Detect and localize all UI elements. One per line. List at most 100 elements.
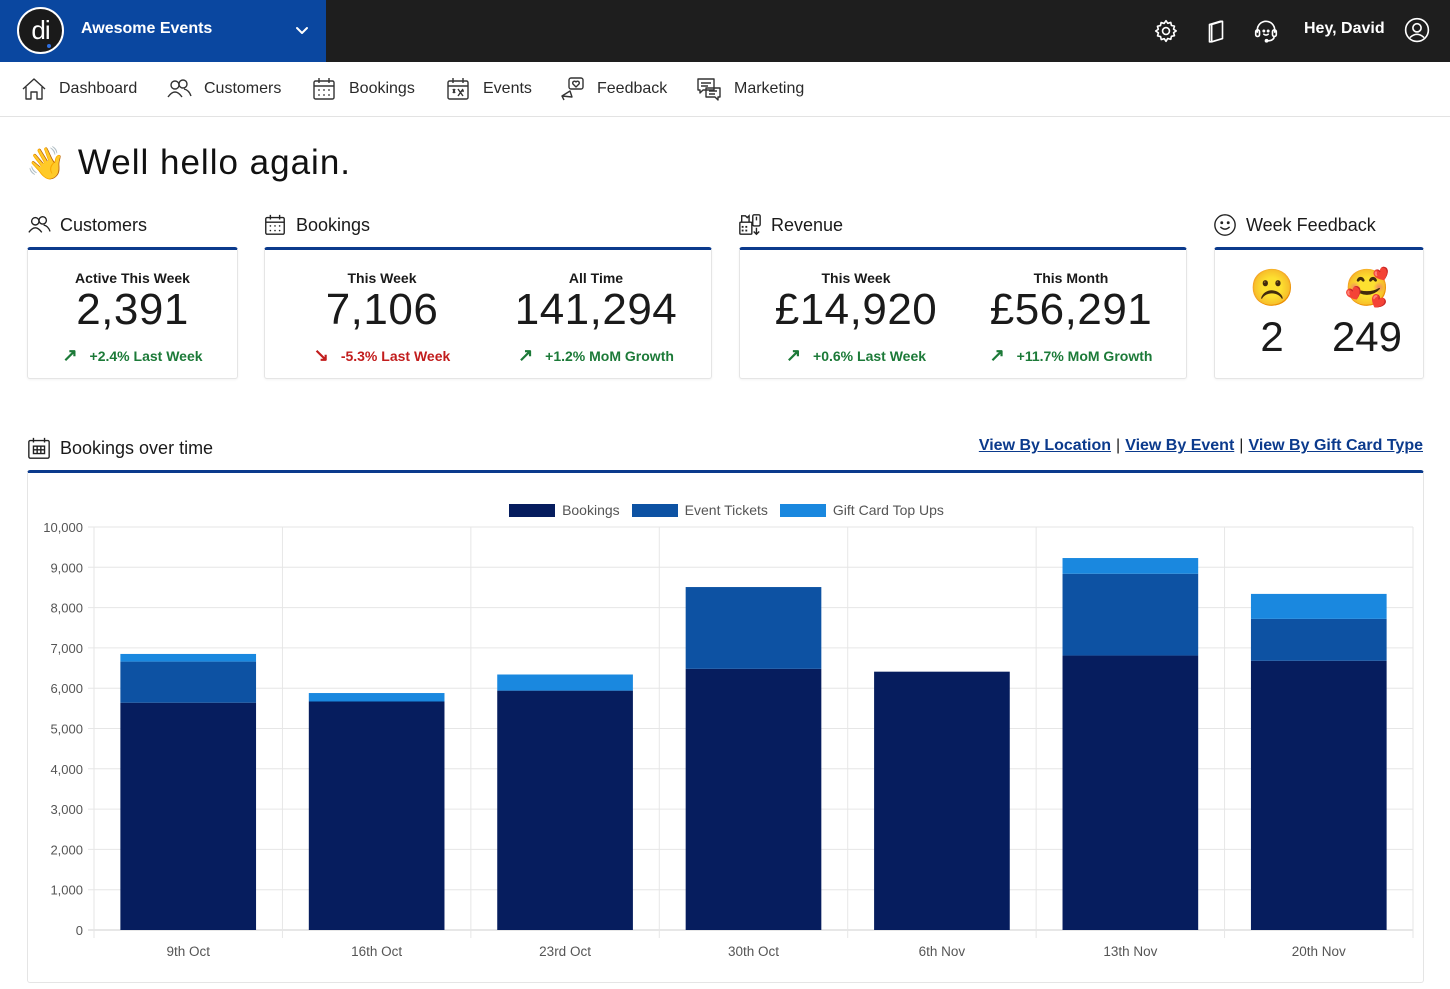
- bar-segment-event-tickets: [685, 587, 822, 669]
- bar-segment-bookings: [685, 668, 822, 930]
- logo-text: di: [31, 15, 50, 45]
- stat-revenue-this-month: This Month £56,291 ↗ +11.7% MoM Growth: [960, 250, 1182, 366]
- bookings-chart-card: Bookings Event Tickets Gift Card Top Ups…: [27, 470, 1424, 983]
- trend-up-icon: ↗: [785, 345, 802, 365]
- chat-bubbles-icon: [697, 78, 721, 101]
- stat-delta: ↗ +0.6% Last Week: [746, 345, 966, 366]
- delta-text: +2.4% Last Week: [89, 347, 203, 364]
- book-icon[interactable]: [1203, 18, 1229, 44]
- bookings-heading: Bookings: [263, 213, 370, 237]
- y-tick-label: 5,000: [50, 722, 83, 737]
- delta-text: +1.2% MoM Growth: [545, 347, 674, 364]
- user-circle-icon[interactable]: [1404, 17, 1430, 43]
- nav-item-customers[interactable]: Customers: [166, 76, 281, 102]
- y-tick-label: 4,000: [50, 762, 83, 777]
- nav-item-events[interactable]: Events: [445, 76, 532, 102]
- x-tick-label: 20th Nov: [1292, 944, 1346, 959]
- delta-text: -5.3% Last Week: [340, 347, 451, 364]
- revenue-heading: Revenue: [738, 213, 843, 237]
- org-name: Awesome Events: [81, 20, 213, 37]
- separator: |: [1239, 437, 1244, 454]
- y-tick-label: 8,000: [50, 601, 83, 616]
- bar-segment-gift-card-top-ups: [1062, 558, 1199, 574]
- section-title: Week Feedback: [1246, 214, 1376, 235]
- y-tick-label: 6,000: [50, 681, 83, 696]
- y-tick-label: 0: [76, 923, 83, 938]
- y-tick-label: 10,000: [43, 520, 83, 535]
- home-icon: [22, 78, 46, 100]
- y-tick-label: 1,000: [50, 883, 83, 898]
- stat-value: 7,106: [325, 285, 439, 334]
- gear-icon[interactable]: [1153, 18, 1179, 44]
- headset-support-icon[interactable]: [1253, 18, 1279, 44]
- customers-card: Active This Week 2,391 ↗ +2.4% Last Week: [27, 247, 238, 379]
- megaphone-heart-icon: [561, 77, 584, 101]
- feedback-positive: 🥰 249: [1315, 270, 1419, 358]
- nav-label: Customers: [204, 80, 282, 97]
- bar-segment-event-tickets: [120, 661, 257, 703]
- nav-label: Feedback: [597, 80, 668, 97]
- bar-segment-gift-card-top-ups: [120, 653, 257, 662]
- user-greeting[interactable]: Hey, David: [1304, 20, 1385, 38]
- smiley-icon: [1214, 214, 1236, 236]
- greeting: 👋 Well hello again.: [26, 143, 351, 183]
- org-switcher[interactable]: di Awesome Events: [0, 0, 326, 62]
- stacked-bar-chart: 0 1,000 2,000 3,000 4,000 5,000 6,000 7,000 8,00…: [43, 520, 1414, 959]
- trend-up-icon: ↗: [62, 345, 78, 365]
- view-by-event-link[interactable]: View By Event: [1125, 437, 1234, 454]
- feedback-heading: Week Feedback: [1213, 213, 1376, 237]
- stat-delta: ↗ +1.2% MoM Growth: [487, 345, 705, 366]
- bar-segment-bookings: [308, 701, 445, 930]
- bar-segment-gift-card-top-ups: [497, 674, 633, 691]
- frowning-face-icon: ☹️: [1249, 267, 1295, 308]
- revenue-card: This Week £14,920 ↗ +0.6% Last Week This …: [739, 247, 1187, 379]
- nav-item-marketing[interactable]: Marketing: [696, 76, 804, 102]
- delta-text: +0.6% Last Week: [813, 347, 927, 364]
- stat-revenue-this-week: This Week £14,920 ↗ +0.6% Last Week: [746, 250, 966, 366]
- main-nav: Dashboard Customers Bookings Events Feed…: [0, 62, 1450, 117]
- smiling-face-hearts-icon: 🥰: [1344, 267, 1390, 308]
- nav-label: Dashboard: [59, 80, 138, 97]
- nav-item-bookings[interactable]: Bookings: [311, 76, 415, 102]
- view-by-location-link[interactable]: View By Location: [979, 437, 1111, 454]
- stat-bookings-all-time: All Time 141,294 ↗ +1.2% MoM Growth: [487, 250, 705, 366]
- y-tick-label: 7,000: [50, 641, 83, 656]
- stat-label: This Month: [1033, 270, 1109, 286]
- y-tick-label: 2,000: [50, 842, 83, 857]
- customers-heading: Customers: [27, 213, 147, 237]
- stat-label: Active This Week: [75, 270, 190, 286]
- bar-segment-bookings: [120, 702, 257, 930]
- x-tick-label: 16th Oct: [351, 944, 402, 959]
- section-title: Revenue: [771, 214, 844, 235]
- nav-label: Events: [483, 80, 532, 97]
- section-title: Bookings: [296, 214, 371, 235]
- bookings-card: This Week 7,106 ↘ -5.3% Last Week All Tim…: [264, 247, 712, 379]
- bar-segment-bookings: [874, 671, 1010, 930]
- nav-item-feedback[interactable]: Feedback: [559, 76, 667, 102]
- x-tick-label: 13th Nov: [1103, 944, 1157, 959]
- stat-value: £14,920: [774, 285, 938, 334]
- delta-text: +11.7% MoM Growth: [1016, 347, 1153, 364]
- separator: |: [1116, 437, 1121, 454]
- y-tick-label: 3,000: [50, 802, 83, 817]
- bar-segment-bookings: [1062, 655, 1199, 930]
- bar-segment-gift-card-top-ups: [308, 693, 445, 702]
- bookings-over-time-heading: Bookings over time: [27, 436, 213, 460]
- chart-view-links: View By Location | View By Event | View By G…: [979, 437, 1423, 455]
- feedback-count: 249: [1331, 313, 1403, 360]
- stat-value: 141,294: [514, 285, 678, 334]
- nav-item-dashboard[interactable]: Dashboard: [21, 76, 137, 102]
- stat-delta: ↘ -5.3% Last Week: [275, 345, 489, 366]
- view-by-gift-card-type-link[interactable]: View By Gift Card Type: [1248, 437, 1423, 454]
- calendar-icon: [313, 78, 335, 100]
- section-title: Customers: [60, 214, 148, 235]
- stat-delta: ↗ +2.4% Last Week: [28, 345, 237, 366]
- section-title: Bookings over time: [60, 437, 214, 458]
- feedback-negative: ☹️ 2: [1232, 270, 1312, 358]
- y-tick-label: 9,000: [50, 560, 83, 575]
- bar-segment-bookings: [1250, 660, 1387, 930]
- bar-segment-bookings: [497, 690, 633, 930]
- stat-bookings-this-week: This Week 7,106 ↘ -5.3% Last Week: [275, 250, 489, 366]
- x-tick-label: 30th Oct: [728, 944, 779, 959]
- stat-label: All Time: [568, 270, 624, 286]
